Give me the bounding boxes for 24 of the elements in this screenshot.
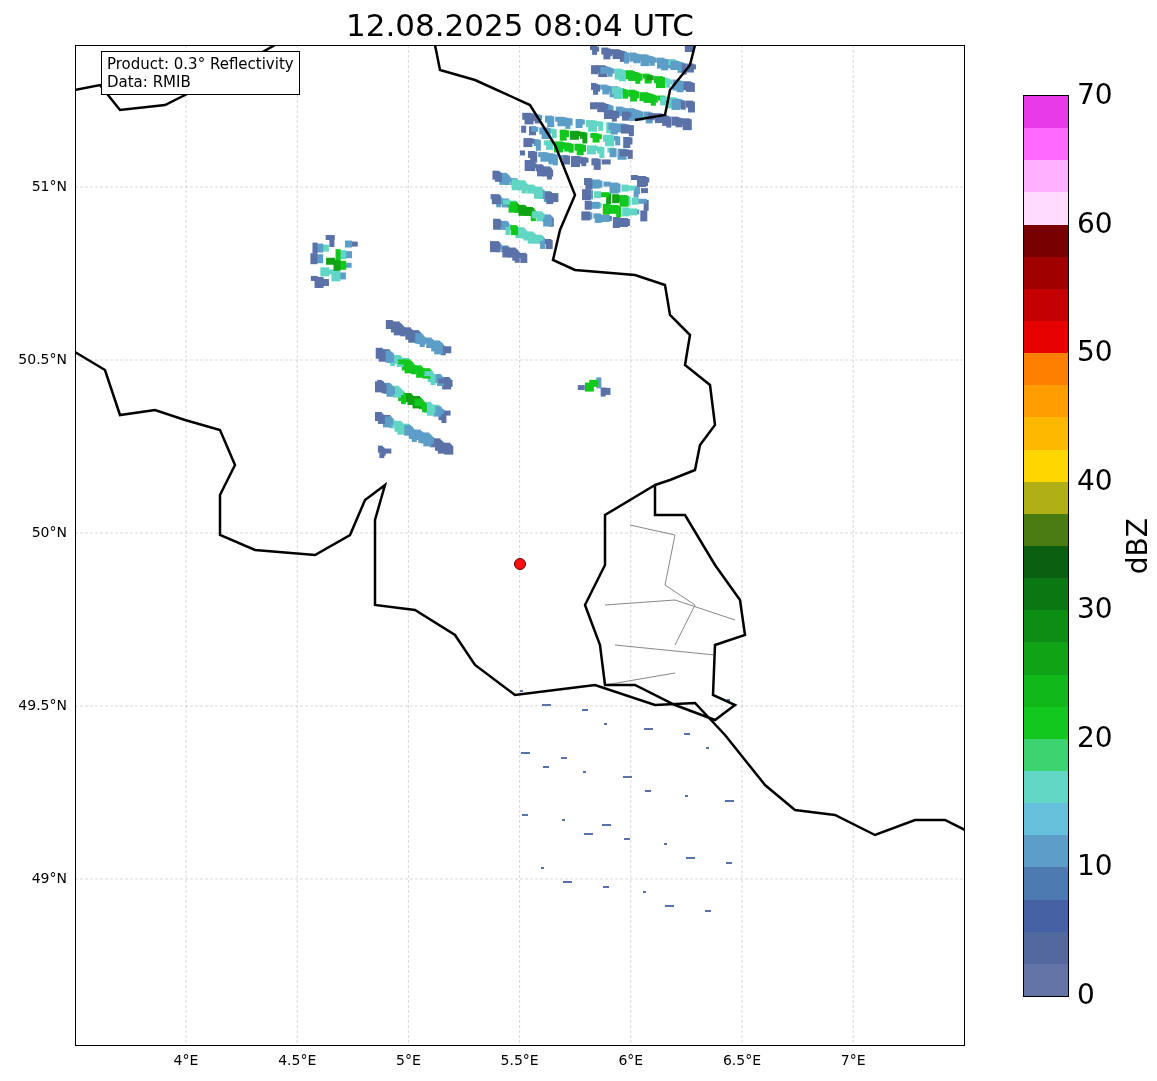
colorbar-tick-label: 40 — [1077, 464, 1113, 497]
latitude-label: 50.5°N — [18, 351, 67, 367]
latitude-label: 51°N — [31, 178, 67, 194]
longitude-label: 5.5°E — [499, 1052, 540, 1068]
longitude-label: 7°E — [839, 1052, 867, 1068]
latitude-label: 50°N — [31, 524, 67, 540]
colorbar-tick-label: 30 — [1077, 593, 1113, 626]
colorbar-tick-label: 20 — [1077, 721, 1113, 754]
colorbar-tick-label: 70 — [1077, 79, 1113, 111]
longitude-label: 4°E — [172, 1052, 200, 1068]
info-text: Product: 0.3° Reflectivity — [107, 55, 294, 73]
colorbar-tick-label: 60 — [1077, 207, 1113, 240]
colorbar-label: dBZ — [1120, 517, 1154, 575]
info-text: Data: RMIB — [107, 73, 192, 91]
longitude-label: 6°E — [617, 1052, 645, 1068]
longitude-label: 5°E — [395, 1052, 422, 1068]
latitude-label: 49°N — [31, 870, 67, 886]
colorbar-tick-label: 50 — [1077, 336, 1113, 369]
colorbar-tick-label: 0 — [1077, 979, 1095, 1011]
longitude-label: 6.5°E — [721, 1052, 763, 1068]
latitude-label: 49.5°N — [18, 697, 67, 713]
chart-title: 12.08.2025 08:04 UTC — [346, 6, 694, 45]
colorbar-tick-label: 10 — [1077, 850, 1113, 883]
longitude-label: 4.5°E — [277, 1052, 318, 1068]
